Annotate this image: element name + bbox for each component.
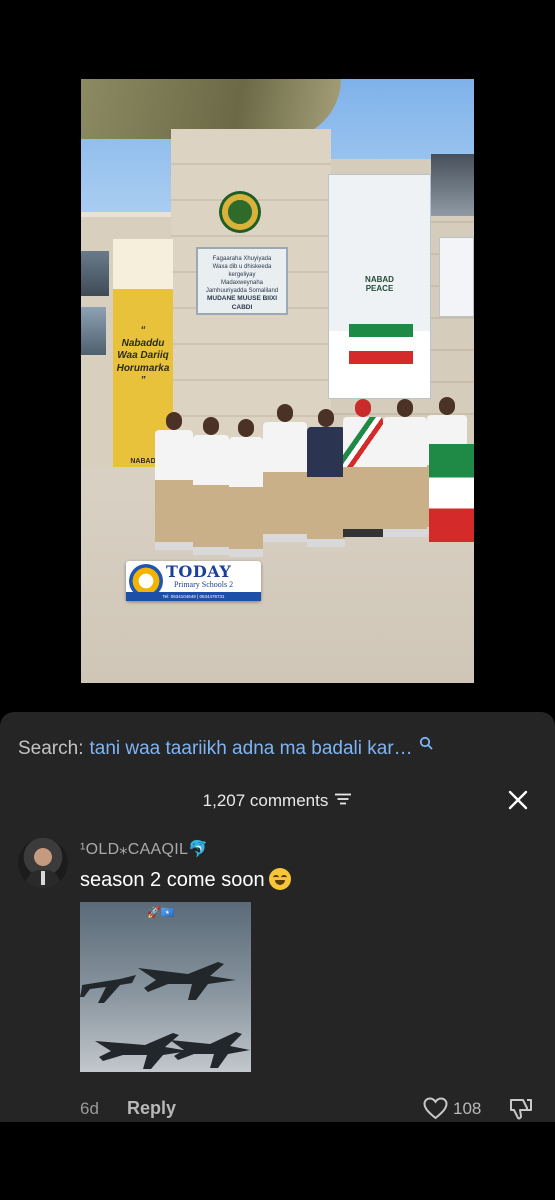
wall-photo bbox=[81, 251, 109, 296]
search-query-link[interactable]: tani waa taariikh adna ma badali kar… bbox=[89, 738, 412, 759]
wall-photo bbox=[81, 307, 106, 355]
memorial-plaque: Fagaaraha Xhuyiyada Waxa dib u dhiskeeda… bbox=[196, 247, 288, 315]
watermark-subtitle: Primary Schools 2 bbox=[174, 580, 234, 589]
search-icon[interactable] bbox=[419, 734, 433, 756]
video-player[interactable]: Fagaaraha Xhuyiyada Waxa dib u dhiskeeda… bbox=[0, 0, 555, 712]
search-label: Search: bbox=[18, 738, 84, 759]
student bbox=[155, 412, 193, 550]
student-sash bbox=[343, 399, 383, 537]
avatar[interactable] bbox=[18, 838, 68, 888]
school-watermark-logo: TODAY Primary Schools 2 Tel: 0634104649 … bbox=[126, 561, 261, 601]
heart-icon[interactable] bbox=[423, 1097, 448, 1125]
like-count: 108 bbox=[453, 1099, 482, 1118]
laughing-emoji-icon bbox=[268, 868, 291, 890]
side-banner bbox=[439, 237, 474, 317]
watermark-strip: Tel: 0634104649 | 0634476731 bbox=[126, 592, 261, 601]
wall-photo bbox=[431, 154, 474, 216]
student bbox=[193, 417, 229, 555]
national-emblem bbox=[219, 191, 261, 233]
comment-image[interactable]: 🚀🇸🇴 bbox=[80, 902, 251, 1072]
banner-line: ” bbox=[140, 375, 146, 386]
banner-subtitle: PEACE bbox=[365, 284, 394, 293]
somaliland-flag bbox=[429, 444, 474, 542]
student bbox=[307, 409, 345, 547]
comments-sheet: Search: tani waa taariikh adna ma badali … bbox=[0, 712, 555, 1122]
comment-meta: 6d Reply 108 bbox=[80, 1095, 540, 1123]
banner-line: “ bbox=[140, 325, 146, 336]
banner-line: Horumarka bbox=[116, 362, 170, 374]
reply-button[interactable]: Reply bbox=[127, 1098, 176, 1119]
banner-line: Nabaddu bbox=[121, 337, 165, 349]
filter-icon[interactable] bbox=[334, 790, 352, 810]
plaque-line: Madaxweynaha Jamhuuriyadda Somaliland bbox=[205, 280, 279, 295]
fighter-jet-icon bbox=[170, 1032, 250, 1068]
comments-count: 1,207 comments bbox=[0, 790, 555, 811]
banner-title: NABAD bbox=[365, 275, 394, 284]
banner-line: Waa Dariiq bbox=[117, 350, 169, 361]
comments-count-text: 1,207 comments bbox=[202, 791, 329, 810]
watermark-title: TODAY bbox=[166, 562, 232, 581]
bottom-blank-area bbox=[0, 1122, 555, 1200]
video-frame[interactable]: Fagaaraha Xhuyiyada Waxa dib u dhiskeeda… bbox=[81, 79, 474, 683]
comment-body: season 2 come soon bbox=[80, 869, 265, 891]
plaque-line: Waxa dib u dhiskeeda kergeliyay bbox=[212, 264, 272, 279]
close-icon[interactable] bbox=[506, 788, 530, 812]
student bbox=[263, 404, 307, 542]
fighter-jet-icon bbox=[80, 975, 136, 1003]
dolphin-emoji-icon: 🐬 bbox=[188, 841, 209, 858]
student bbox=[383, 399, 427, 537]
fighter-jet-icon bbox=[138, 962, 236, 1000]
plaque-line: MUDANE MUUSE BIIXI CABDI bbox=[206, 295, 278, 312]
search-suggestion[interactable]: Search: tani waa taariikh adna ma badali … bbox=[18, 734, 433, 760]
comment-text: season 2 come soon bbox=[80, 868, 291, 892]
image-badge: 🚀🇸🇴 bbox=[147, 907, 175, 919]
plaque-line: Fagaaraha Xhuyiyada bbox=[212, 256, 272, 262]
comment-timestamp: 6d bbox=[80, 1099, 99, 1118]
username-text: ¹OLD⁎CAAQIL bbox=[80, 841, 189, 858]
comment-username[interactable]: ¹OLD⁎CAAQIL🐬 bbox=[80, 839, 208, 859]
somaliland-flag-banner bbox=[349, 324, 413, 364]
peace-banner-right: NABAD PEACE SOMALILAND bbox=[328, 174, 431, 399]
student bbox=[229, 419, 263, 557]
